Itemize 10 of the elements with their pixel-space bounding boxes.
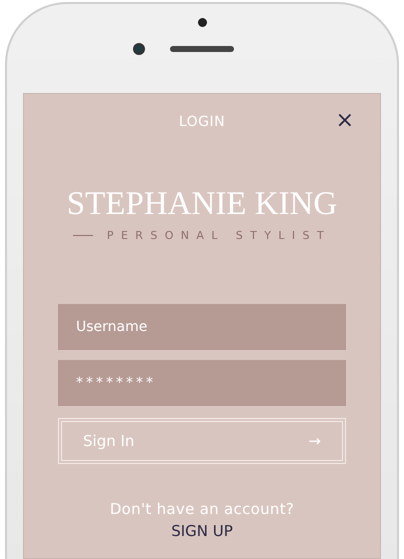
camera-icon <box>133 43 145 55</box>
tagline: PERSONAL STYLIST <box>106 229 332 242</box>
username-field[interactable]: Username <box>58 304 346 350</box>
sensor-icon <box>198 18 207 27</box>
screen-title: LOGIN <box>178 114 226 130</box>
brand-name: STEPHANIE KING <box>66 186 338 223</box>
sign-up-link[interactable]: SIGN UP <box>171 522 233 540</box>
speaker-icon <box>170 46 234 52</box>
signup-prompt: Don't have an account? <box>108 500 296 518</box>
close-button[interactable]: × <box>332 110 358 132</box>
